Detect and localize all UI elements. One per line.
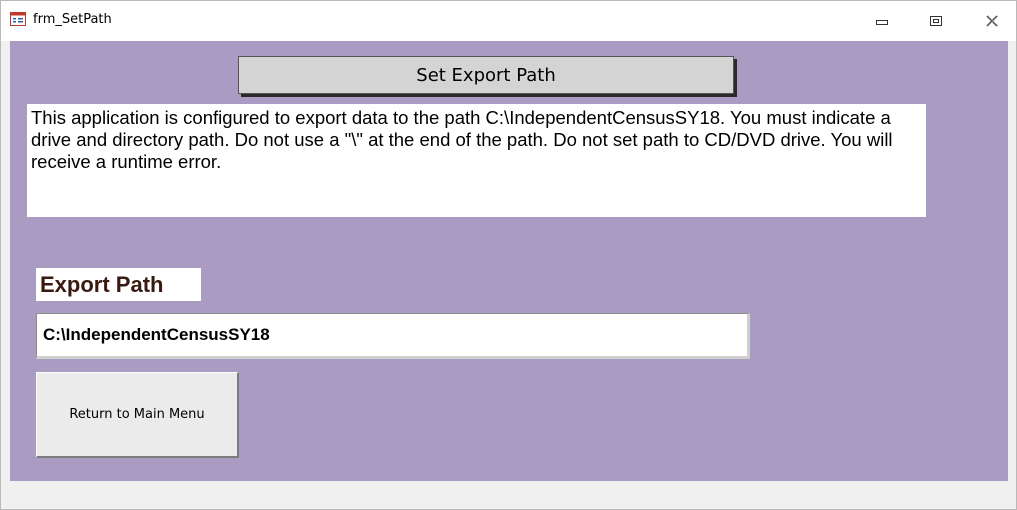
export-path-input[interactable]: [36, 313, 750, 359]
form-footer-strip: [10, 481, 1008, 507]
export-path-label: Export Path: [36, 268, 201, 301]
set-export-path-header: Set Export Path: [238, 56, 734, 94]
return-to-main-menu-button[interactable]: Return to Main Menu: [36, 372, 239, 458]
restore-icon: [930, 16, 942, 26]
title-bar[interactable]: frm_SetPath: [1, 1, 1016, 41]
close-button[interactable]: [978, 11, 1006, 31]
close-icon: [986, 15, 999, 27]
form-detail-section: Set Export Path This application is conf…: [10, 41, 1008, 481]
minimize-icon: [876, 20, 888, 25]
access-form-window: frm_SetPath Set Export Path This applica…: [0, 0, 1017, 510]
form-icon: [10, 11, 26, 27]
instructions-text: This application is configured to export…: [27, 104, 926, 217]
minimize-button[interactable]: [868, 11, 896, 31]
restore-button[interactable]: [922, 11, 950, 31]
window-title: frm_SetPath: [33, 12, 112, 27]
